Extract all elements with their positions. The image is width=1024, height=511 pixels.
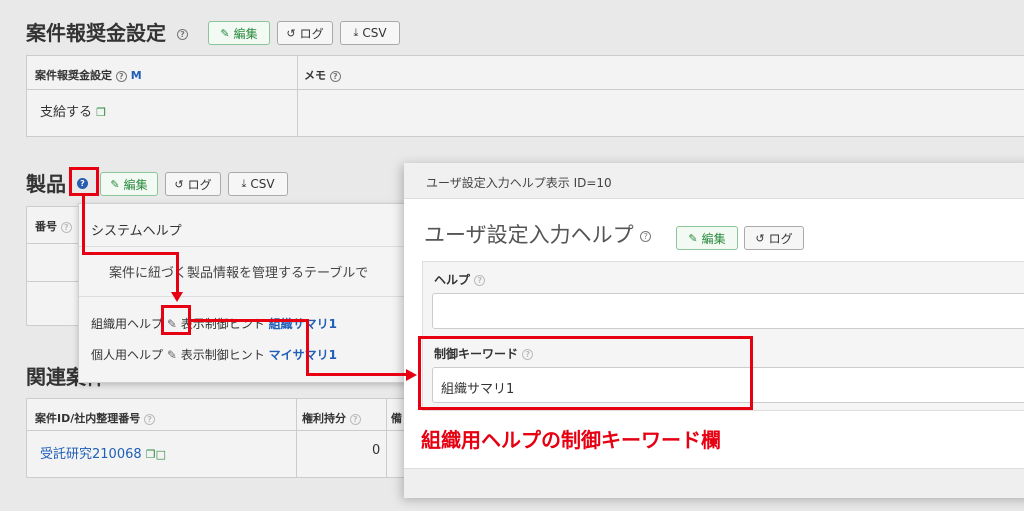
help-icon[interactable]: ? <box>144 413 156 425</box>
download-icon: ⤓ <box>241 177 247 190</box>
products-csv-button[interactable]: ⤓ CSV <box>228 172 288 196</box>
help-icon[interactable]: ? <box>60 221 72 233</box>
help-icon[interactable]: ? <box>474 275 486 286</box>
arrow-head <box>171 292 183 302</box>
edit-icon: ✎ <box>110 177 120 191</box>
help-icon[interactable]: ? <box>640 230 652 242</box>
column-header: メモ ? <box>304 67 341 83</box>
products-section-title: 製品 <box>26 172 66 196</box>
reward-section-title: 案件報奨金設定 ? <box>26 17 188 46</box>
table-cell: 0 <box>372 443 381 458</box>
modal-header: ユーザ設定入力ヘルプ表示 ID=10 <box>404 163 1024 199</box>
column-header: 案件報奨金設定 ? M <box>35 69 142 82</box>
table-cell: 支給する ❐ <box>40 105 107 120</box>
column-header: 備 <box>391 412 402 425</box>
copy-icon[interactable]: ❐ <box>96 106 106 119</box>
edit-icon: ✎ <box>688 231 698 245</box>
column-header: 案件ID/社内整理番号 ? <box>35 410 156 426</box>
popover-title: システムヘルプ <box>91 224 182 239</box>
help-field <box>432 293 1024 329</box>
highlight-help-icon <box>69 167 99 196</box>
system-help-popover: システムヘルプ 案件に紐づく製品情報を管理するテーブルで 組織用ヘルプ ✎ 表示… <box>78 203 419 383</box>
column-header: 番号 ? <box>35 218 72 234</box>
modal-log-button[interactable]: ↺ ログ <box>744 226 804 250</box>
reward-log-button[interactable]: ↺ ログ <box>277 21 333 45</box>
help-field-label: ヘルプ ? <box>434 271 486 288</box>
help-icon[interactable]: ? <box>115 70 127 82</box>
modal-footer <box>404 468 1024 498</box>
help-icon[interactable]: ? <box>329 70 341 82</box>
highlight-keyword-field <box>418 336 753 410</box>
download-icon: ⤓ <box>353 26 359 39</box>
reward-csv-button[interactable]: ⤓ CSV <box>340 21 400 45</box>
column-header: 権利持分 ? <box>302 410 361 426</box>
popover-description: 案件に紐づく製品情報を管理するテーブルで <box>109 266 369 281</box>
help-icon[interactable]: ? <box>176 29 188 40</box>
arrow-head <box>406 369 417 381</box>
help-icon[interactable]: ? <box>349 413 361 425</box>
personal-help-row: 個人用ヘルプ ✎ 表示制御ヒント マイサマリ1 <box>91 348 337 362</box>
modal-header-title: ユーザ設定入力ヘルプ表示 ID=10 <box>426 176 612 190</box>
reward-edit-button[interactable]: ✎ 編集 <box>208 21 270 45</box>
products-edit-button[interactable]: ✎ 編集 <box>100 172 158 196</box>
edit-icon[interactable]: ✎ <box>167 348 177 362</box>
related-case-link[interactable]: 受託研究210068 ❐□ <box>40 443 166 462</box>
personal-keyword-link[interactable]: マイサマリ1 <box>269 348 337 362</box>
copy-icon[interactable]: ❐□ <box>146 448 166 461</box>
edit-icon: ✎ <box>220 26 230 40</box>
modal-edit-button[interactable]: ✎ 編集 <box>676 226 738 250</box>
org-help-row: 組織用ヘルプ ✎ 表示制御ヒント 組織サマリ1 <box>91 317 337 331</box>
history-icon: ↺ <box>174 177 184 191</box>
history-icon: ↺ <box>286 26 296 40</box>
highlight-edit-icon <box>161 305 191 335</box>
history-icon: ↺ <box>755 231 765 245</box>
modal-title: ユーザ設定入力ヘルプ ? <box>424 219 652 249</box>
products-log-button[interactable]: ↺ ログ <box>165 172 221 196</box>
reward-table <box>26 55 1024 137</box>
annotation-caption: 組織用ヘルプの制御キーワード欄 <box>421 428 721 452</box>
